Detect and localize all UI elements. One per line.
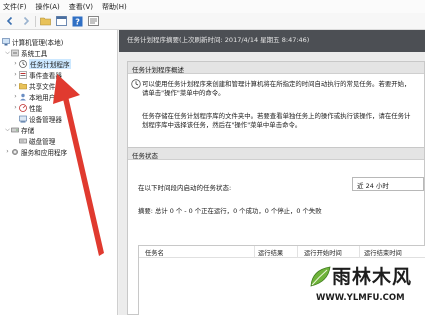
properties-icon[interactable] xyxy=(87,15,100,28)
clock-large-icon xyxy=(131,79,141,91)
tree-item-local-users-groups[interactable]: › 本地用户和组 xyxy=(12,91,69,102)
menu-view[interactable]: 查看(V) xyxy=(69,2,93,12)
window-icon[interactable] xyxy=(55,15,68,28)
column-task-name[interactable]: 任务名 xyxy=(145,248,164,257)
column-divider xyxy=(297,246,298,258)
back-icon[interactable] xyxy=(3,15,16,28)
disk-icon xyxy=(19,137,27,145)
tree-label: 计算机管理(本地) xyxy=(12,38,64,47)
tree-item-task-scheduler[interactable]: › 任务计划程序 xyxy=(12,58,71,69)
menu-file[interactable]: 文件(F) xyxy=(3,2,27,12)
chevron-right-icon[interactable]: › xyxy=(12,104,19,111)
tree-item-computer-management[interactable]: 计算机管理(本地) xyxy=(2,36,63,47)
table-header: 任务名 运行结果 运行开始时间 运行结束时间 xyxy=(139,246,425,258)
chevron-right-icon[interactable]: › xyxy=(4,148,11,155)
tree-item-shared-folders[interactable]: › 共享文件夹 xyxy=(12,80,62,91)
tree-label: 共享文件夹 xyxy=(29,82,62,91)
tree-label: 本地用户和组 xyxy=(29,93,69,102)
tree-label: 性能 xyxy=(29,104,43,113)
column-run-start[interactable]: 运行开始时间 xyxy=(304,248,342,257)
status-period-label: 在以下时间段内启动的任务状态: xyxy=(138,184,232,192)
overview-title[interactable]: 任务计划程序概述 xyxy=(128,62,424,74)
overview-text-2: 任务存储在任务计划程序库的文件夹中。若要查看单独任务上的操作或执行该操作，请在任… xyxy=(142,112,411,129)
status-body: 在以下时间段内启动的任务状态: 近 24 小时 摘要: 总计 0 个 - 0 个… xyxy=(128,160,425,315)
tree-label: 存储 xyxy=(21,126,35,135)
tree-label: 系统工具 xyxy=(21,49,48,58)
help-icon[interactable]: ? xyxy=(71,15,84,28)
tree-label: 服务和应用程序 xyxy=(21,148,68,157)
tree-item-event-viewer[interactable]: › 事件查看器 xyxy=(12,69,62,80)
shared-folder-icon xyxy=(19,82,27,90)
overview-panel: 任务计划程序概述 可以使用任务计划程序来创建和管理计算机将在所指定的时间自动执行… xyxy=(127,61,425,148)
status-title[interactable]: 任务状态 xyxy=(128,148,424,160)
tree-item-performance[interactable]: › 性能 xyxy=(12,102,42,113)
overview-text-1: 可以使用任务计划程序来创建和管理计算机将在所指定的时间自动执行的常见任务。若要开… xyxy=(142,80,411,97)
chevron-right-icon[interactable]: › xyxy=(12,82,19,89)
chevron-right-icon[interactable]: › xyxy=(12,60,19,67)
tools-icon xyxy=(11,49,19,57)
overview-body: 可以使用任务计划程序来创建和管理计算机将在所指定的时间自动执行的常见任务。若要开… xyxy=(128,74,424,147)
tree-item-system-tools[interactable]: ⌵ 系统工具 xyxy=(4,47,47,58)
tree-item-services-applications[interactable]: › 服务和应用程序 xyxy=(4,146,67,157)
forward-icon[interactable] xyxy=(19,15,32,28)
tree-label: 任务计划程序 xyxy=(29,58,71,69)
device-manager-icon xyxy=(19,115,27,123)
folder-icon[interactable] xyxy=(39,15,52,28)
status-period-select[interactable]: 近 24 小时 xyxy=(352,177,424,191)
clock-icon xyxy=(19,59,27,68)
column-divider xyxy=(254,246,255,258)
performance-icon xyxy=(19,103,27,112)
storage-icon xyxy=(11,126,19,134)
summary-header: 任务计划程序摘要(上次刷新时间: 2017/4/14 星期五 8:47:46) xyxy=(119,30,425,52)
menu-action[interactable]: 操作(A) xyxy=(36,2,60,12)
chevron-right-icon[interactable]: › xyxy=(12,93,19,100)
computer-icon xyxy=(2,37,10,46)
tree-label: 事件查看器 xyxy=(29,71,62,80)
tree-label: 磁盘管理 xyxy=(29,137,56,146)
navigation-tree: 计算机管理(本地) ⌵ 系统工具 › 任务计划程序 › 事件查看器 › 共享文件… xyxy=(0,30,118,315)
tree-item-disk-management[interactable]: 磁盘管理 xyxy=(19,135,55,146)
chevron-down-icon[interactable]: ⌵ xyxy=(4,126,11,134)
column-run-end[interactable]: 运行结束时间 xyxy=(364,248,402,257)
status-summary: 摘要: 总计 0 个 - 0 个正在运行，0 个成功，0 个停止，0 个失败 xyxy=(138,207,322,215)
tree-item-device-manager[interactable]: 设备管理器 xyxy=(19,113,62,124)
toolbar-separator xyxy=(35,15,36,27)
svg-text:?: ? xyxy=(75,17,80,26)
tree-label: 设备管理器 xyxy=(29,115,62,124)
toolbar: ? xyxy=(0,13,425,30)
task-status-table: 任务名 运行结果 运行开始时间 运行结束时间 xyxy=(138,245,425,315)
chevron-down-icon[interactable]: ⌵ xyxy=(4,49,11,57)
chevron-right-icon[interactable]: › xyxy=(12,71,19,78)
menu-help[interactable]: 帮助(H) xyxy=(102,2,127,12)
users-icon xyxy=(19,93,27,101)
services-icon xyxy=(11,148,19,156)
event-log-icon xyxy=(19,70,27,79)
column-divider xyxy=(359,246,360,258)
tree-item-storage[interactable]: ⌵ 存储 xyxy=(4,124,34,135)
menu-bar: 文件(F) 操作(A) 查看(V) 帮助(H) xyxy=(0,0,425,13)
status-panel: 任务状态 在以下时间段内启动的任务状态: 近 24 小时 摘要: 总计 0 个 … xyxy=(127,147,425,315)
main-content: 任务计划程序摘要(上次刷新时间: 2017/4/14 星期五 8:47:46) … xyxy=(119,30,425,315)
column-run-result[interactable]: 运行结果 xyxy=(258,248,283,257)
